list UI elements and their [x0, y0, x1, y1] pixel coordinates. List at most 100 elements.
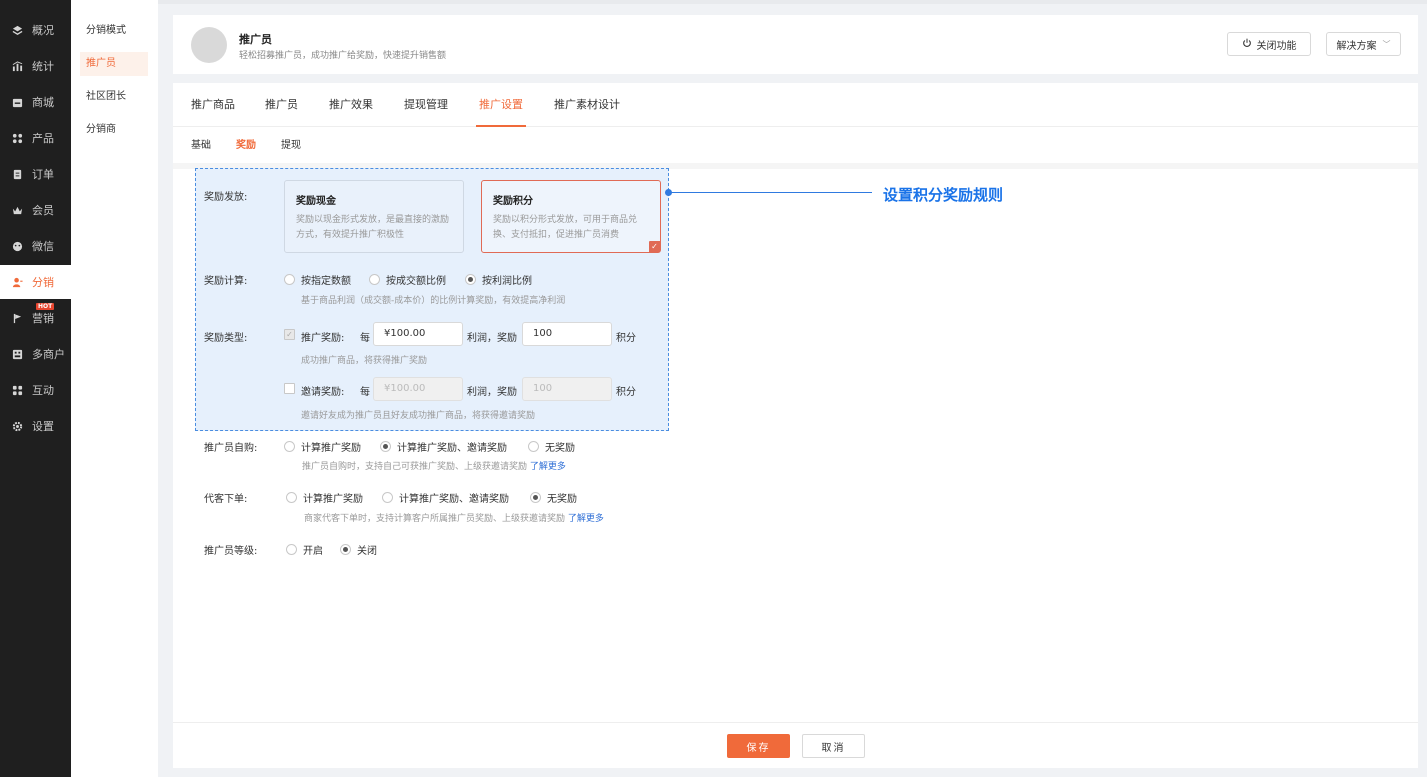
close-feature-button[interactable]: 关闭功能	[1227, 32, 1311, 56]
reward-issue-label: 奖励发放:	[204, 192, 248, 203]
reward-cash-desc: 奖励以现金形式发放，是最直接的激励方式，有效提升推广积极性	[296, 215, 450, 240]
radio-dot	[528, 441, 539, 452]
tab-promo-material[interactable]: 推广素材设计	[554, 83, 620, 127]
promo-reward-hint: 成功推广商品，将获得推广奖励	[301, 356, 428, 366]
invite-points-input[interactable]: 100	[522, 377, 612, 401]
radio-label: 关闭	[357, 546, 377, 557]
submenu-item-distributor[interactable]: 分销商	[80, 118, 148, 142]
store-icon	[11, 96, 23, 108]
solution-dropdown[interactable]: 解决方案 ﹀	[1326, 32, 1401, 56]
check-icon: ✓	[649, 241, 660, 252]
subtab-bar: 基础 奖励 提现	[173, 128, 1418, 163]
gear-icon	[11, 420, 23, 432]
radio-self-none[interactable]: 无奖励	[528, 439, 575, 454]
radio-dot	[284, 441, 295, 452]
subtab-withdraw[interactable]: 提现	[281, 128, 301, 163]
sidebar-item-multi-merchant[interactable]: 多商户	[0, 337, 71, 371]
page-header: 推广员 轻松招募推广员，成功推广给奖励，快速提升销售额 关闭功能 解决方案 ﹀	[173, 15, 1418, 74]
tab-withdraw-manage[interactable]: 提现管理	[404, 83, 448, 127]
radio-label: 无奖励	[547, 494, 577, 505]
radio-dot	[530, 492, 541, 503]
self-purchase-hint-text: 推广员自购时，支持自己可获推广奖励、上级获邀请奖励	[302, 462, 528, 472]
sidebar-item-label: 互动	[32, 384, 54, 397]
radio-dot	[286, 492, 297, 503]
radio-proxy-promo-invite[interactable]: 计算推广奖励、邀请奖励	[382, 490, 509, 505]
sidebar-item-products[interactable]: 产品	[0, 121, 71, 155]
submenu-item-promoter[interactable]: 推广员	[80, 52, 148, 76]
tab-promo-settings[interactable]: 推广设置	[476, 83, 526, 127]
radio-fixed-amount[interactable]: 按指定数额	[284, 272, 351, 287]
tab-promoters[interactable]: 推广员	[265, 83, 298, 127]
radio-dot	[284, 274, 295, 285]
radio-self-promo[interactable]: 计算推广奖励	[284, 439, 361, 454]
tab-promo-products[interactable]: 推广商品	[191, 83, 235, 127]
promo-amount-input[interactable]: ¥100.00	[373, 322, 463, 346]
save-button[interactable]: 保存	[727, 734, 790, 758]
invite-reward-checkbox[interactable]	[284, 383, 295, 394]
radio-level-off[interactable]: 关闭	[340, 542, 377, 557]
promo-reward-label: 推广奖励:	[301, 333, 345, 344]
invite-reward-hint: 邀请好友成为推广员且好友成功推广商品，将获得邀请奖励	[301, 411, 536, 421]
sidebar-item-marketing[interactable]: 营销 HOT	[0, 301, 71, 335]
radio-label: 计算推广奖励	[303, 494, 363, 505]
sidebar-item-wechat[interactable]: 微信	[0, 229, 71, 263]
proxy-order-label: 代客下单:	[204, 494, 248, 505]
sidebar-item-settings[interactable]: 设置	[0, 409, 71, 443]
sidebar-item-label: 概况	[32, 24, 54, 37]
secondary-menu: 分销模式 推广员 社区团长 分销商	[71, 0, 158, 777]
promo-points-input[interactable]: 100	[522, 322, 612, 346]
radio-sales-ratio[interactable]: 按成交额比例	[369, 272, 446, 287]
self-purchase-label: 推广员自购:	[204, 443, 258, 454]
submenu-item-mode[interactable]: 分销模式	[80, 19, 148, 43]
sidebar-item-overview[interactable]: 概况	[0, 13, 71, 47]
promo-per-label: 每	[360, 333, 370, 344]
radio-label: 计算推广奖励、邀请奖励	[399, 494, 509, 505]
proxy-order-hint-text: 商家代客下单时，支持计算客户所属推广员奖励、上级获邀请奖励	[304, 514, 566, 524]
reward-points-desc: 奖励以积分形式发放，可用于商品兑换、支付抵扣，促进推广员消费	[493, 215, 638, 240]
sidebar-item-label: 商城	[32, 96, 54, 109]
radio-proxy-promo[interactable]: 计算推广奖励	[286, 490, 363, 505]
promo-reward-checkbox[interactable]: ✓	[284, 329, 295, 340]
wechat-icon	[11, 240, 23, 252]
sidebar-item-label: 会员	[32, 204, 54, 217]
sidebar-item-stats[interactable]: 统计	[0, 49, 71, 83]
radio-label: 按成交额比例	[386, 276, 446, 287]
footer-divider	[173, 722, 1418, 723]
tab-promo-effect[interactable]: 推广效果	[329, 83, 373, 127]
radio-label: 计算推广奖励、邀请奖励	[397, 443, 507, 454]
invite-amount-input[interactable]: ¥100.00	[373, 377, 463, 401]
self-purchase-hint: 推广员自购时，支持自己可获推广奖励、上级获邀请奖励 了解更多	[302, 459, 566, 472]
submenu-item-community-leader[interactable]: 社区团长	[80, 85, 148, 109]
reward-cash-title: 奖励现金	[296, 196, 336, 207]
radio-proxy-none[interactable]: 无奖励	[530, 490, 577, 505]
sidebar-item-members[interactable]: 会员	[0, 193, 71, 227]
apps-icon	[11, 384, 23, 396]
learn-more-link[interactable]: 了解更多	[568, 514, 604, 524]
radio-self-promo-invite[interactable]: 计算推广奖励、邀请奖励	[380, 439, 507, 454]
reward-cash-card[interactable]: 奖励现金 奖励以现金形式发放，是最直接的激励方式，有效提升推广积极性	[284, 180, 464, 253]
radio-level-on[interactable]: 开启	[286, 542, 323, 557]
sidebar-item-distribution[interactable]: 分销	[0, 265, 71, 299]
subtab-basic[interactable]: 基础	[191, 128, 211, 163]
reward-points-title: 奖励积分	[493, 196, 533, 207]
promo-unit-label: 积分	[616, 333, 636, 344]
radio-dot	[380, 441, 391, 452]
radio-dot	[369, 274, 380, 285]
sidebar-item-label: 营销	[32, 312, 54, 325]
main-sidebar: 概况 统计 商城 产品 订单 会员 微信 分销 营销 HOT 多商户 互动 设置	[0, 0, 71, 777]
clipboard-icon	[11, 168, 23, 180]
layers-icon	[11, 24, 23, 36]
learn-more-link[interactable]: 了解更多	[530, 462, 566, 472]
sidebar-item-label: 设置	[32, 420, 54, 433]
sidebar-item-label: 产品	[32, 132, 54, 145]
sidebar-item-interaction[interactable]: 互动	[0, 373, 71, 407]
sidebar-item-orders[interactable]: 订单	[0, 157, 71, 191]
invite-per-label: 每	[360, 387, 370, 398]
subtab-reward[interactable]: 奖励	[236, 128, 256, 163]
cancel-button[interactable]: 取消	[802, 734, 865, 758]
radio-profit-ratio[interactable]: 按利润比例	[465, 272, 532, 287]
sidebar-item-mall[interactable]: 商城	[0, 85, 71, 119]
chart-icon	[11, 60, 23, 72]
reward-points-card[interactable]: 奖励积分 奖励以积分形式发放，可用于商品兑换、支付抵扣，促进推广员消费 ✓	[481, 180, 661, 253]
tab-bar: 推广商品 推广员 推广效果 提现管理 推广设置 推广素材设计	[173, 83, 1418, 127]
